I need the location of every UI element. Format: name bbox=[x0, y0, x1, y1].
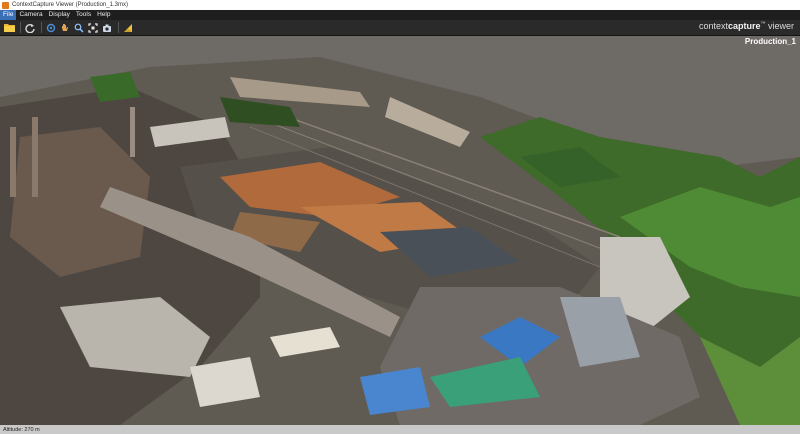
menu-bar: File Camera Display Tools Help bbox=[0, 10, 800, 20]
zoom-icon[interactable] bbox=[73, 22, 85, 34]
menu-file[interactable]: File bbox=[0, 10, 17, 20]
brand-suffix: viewer bbox=[765, 21, 794, 31]
menu-tools[interactable]: Tools bbox=[73, 10, 94, 20]
brand-highlight: capture bbox=[727, 21, 761, 31]
brand-logo: contextcapture™ viewer bbox=[699, 21, 794, 31]
open-folder-icon[interactable] bbox=[3, 22, 15, 34]
3d-viewport[interactable]: Production_1 bbox=[0, 37, 800, 425]
fit-view-icon[interactable] bbox=[87, 22, 99, 34]
toolbar bbox=[0, 20, 800, 36]
pan-hand-icon[interactable] bbox=[59, 22, 71, 34]
menu-camera[interactable]: Camera bbox=[16, 10, 45, 20]
rotate-icon[interactable] bbox=[45, 22, 57, 34]
app-icon bbox=[2, 1, 9, 9]
menu-help[interactable]: Help bbox=[94, 10, 113, 20]
status-text: Altitude: 270 m bbox=[3, 426, 40, 433]
toolbar-separator bbox=[20, 22, 21, 33]
title-bar: ContextCapture Viewer (Production_1.3mx) bbox=[0, 0, 800, 10]
brand-prefix: context bbox=[698, 21, 728, 31]
toolbar-separator bbox=[41, 22, 42, 33]
scene-name-label: Production_1 bbox=[744, 37, 796, 46]
reality-mesh-render[interactable] bbox=[0, 37, 800, 425]
menu-display[interactable]: Display bbox=[46, 10, 73, 20]
refresh-icon[interactable] bbox=[24, 22, 36, 34]
status-bar: Altitude: 270 m bbox=[0, 425, 800, 434]
measure-icon[interactable] bbox=[122, 22, 134, 34]
capture-icon[interactable] bbox=[101, 22, 113, 34]
window-title: ContextCapture Viewer (Production_1.3mx) bbox=[12, 2, 128, 8]
toolbar-separator bbox=[118, 22, 119, 33]
